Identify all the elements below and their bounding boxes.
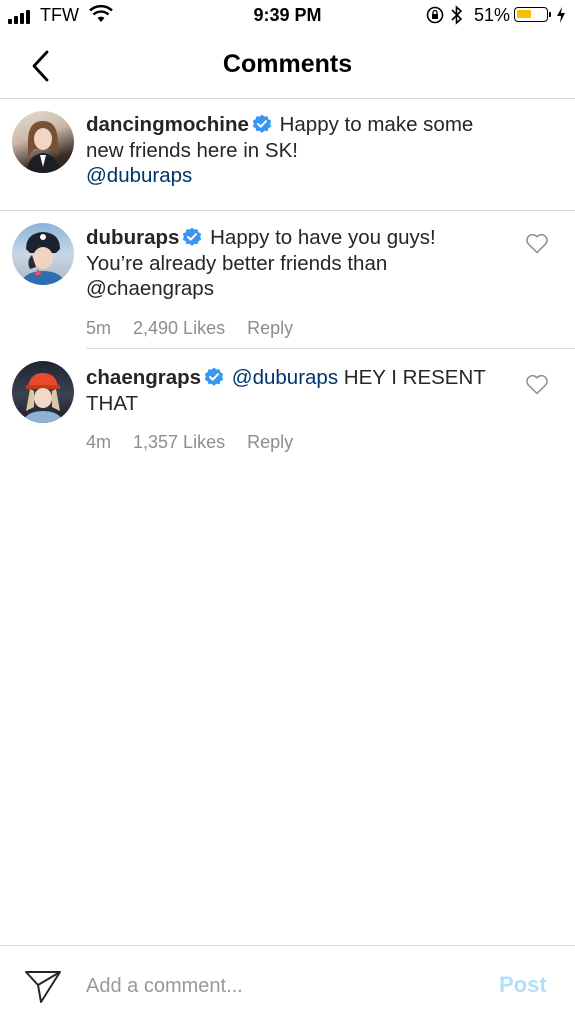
- reply-button[interactable]: Reply: [247, 318, 293, 338]
- comment-body: duburaps Happy to have you guys! You’re …: [86, 225, 496, 302]
- avatar[interactable]: [12, 111, 74, 173]
- comment-body: dancingmochine Happy to make some new fr…: [86, 112, 496, 189]
- mention-link[interactable]: @duburaps: [232, 366, 338, 389]
- bluetooth-icon: [451, 5, 463, 30]
- verified-badge-icon: [204, 367, 224, 386]
- comment-likes[interactable]: 1,357 Likes: [133, 432, 225, 452]
- caption-comment: dancingmochine Happy to make some new fr…: [0, 99, 575, 210]
- mention-link[interactable]: @duburaps: [86, 164, 192, 187]
- battery-level-fill: [517, 10, 531, 18]
- comment-item: duburaps Happy to have you guys! You’re …: [0, 211, 575, 349]
- battery-tip: [549, 12, 551, 17]
- status-bar: TFW 9:39 PM 51%: [0, 0, 575, 34]
- comment-input[interactable]: [86, 968, 466, 1004]
- comment-item: chaengraps @duburaps HEY I RESENT THAT 4…: [0, 349, 575, 469]
- charging-bolt-icon: [557, 7, 565, 23]
- comments-screen: TFW 9:39 PM 51% Comments dancingmochine …: [0, 0, 575, 1024]
- avatar[interactable]: [12, 361, 74, 423]
- comment-time: 5m: [86, 318, 112, 338]
- like-heart-icon[interactable]: [525, 232, 549, 254]
- page-title: Comments: [222, 50, 353, 78]
- comment-username[interactable]: chaengraps: [86, 366, 201, 389]
- comment-username[interactable]: dancingmochine: [86, 113, 249, 136]
- comment-time: 4m: [86, 432, 112, 452]
- verified-badge-icon: [252, 114, 272, 133]
- like-heart-icon[interactable]: [525, 373, 549, 395]
- post-button[interactable]: Post: [499, 972, 547, 998]
- avatar[interactable]: [12, 223, 74, 285]
- comment-body: chaengraps @duburaps HEY I RESENT THAT: [86, 365, 496, 416]
- battery-percentage: 51%: [474, 5, 511, 25]
- reply-button[interactable]: Reply: [247, 432, 293, 452]
- direct-send-icon[interactable]: [24, 968, 62, 1004]
- comment-meta: 5m 2,490 Likes Reply: [86, 318, 315, 339]
- comment-meta: 4m 1,357 Likes Reply: [86, 432, 315, 453]
- battery-icon: [514, 7, 548, 22]
- comment-username[interactable]: duburaps: [86, 226, 179, 249]
- nav-header: Comments: [0, 34, 575, 99]
- comment-likes[interactable]: 2,490 Likes: [133, 318, 225, 338]
- verified-badge-icon: [183, 227, 202, 246]
- comment-composer: Post: [0, 945, 575, 1024]
- orientation-lock-icon: [426, 6, 444, 24]
